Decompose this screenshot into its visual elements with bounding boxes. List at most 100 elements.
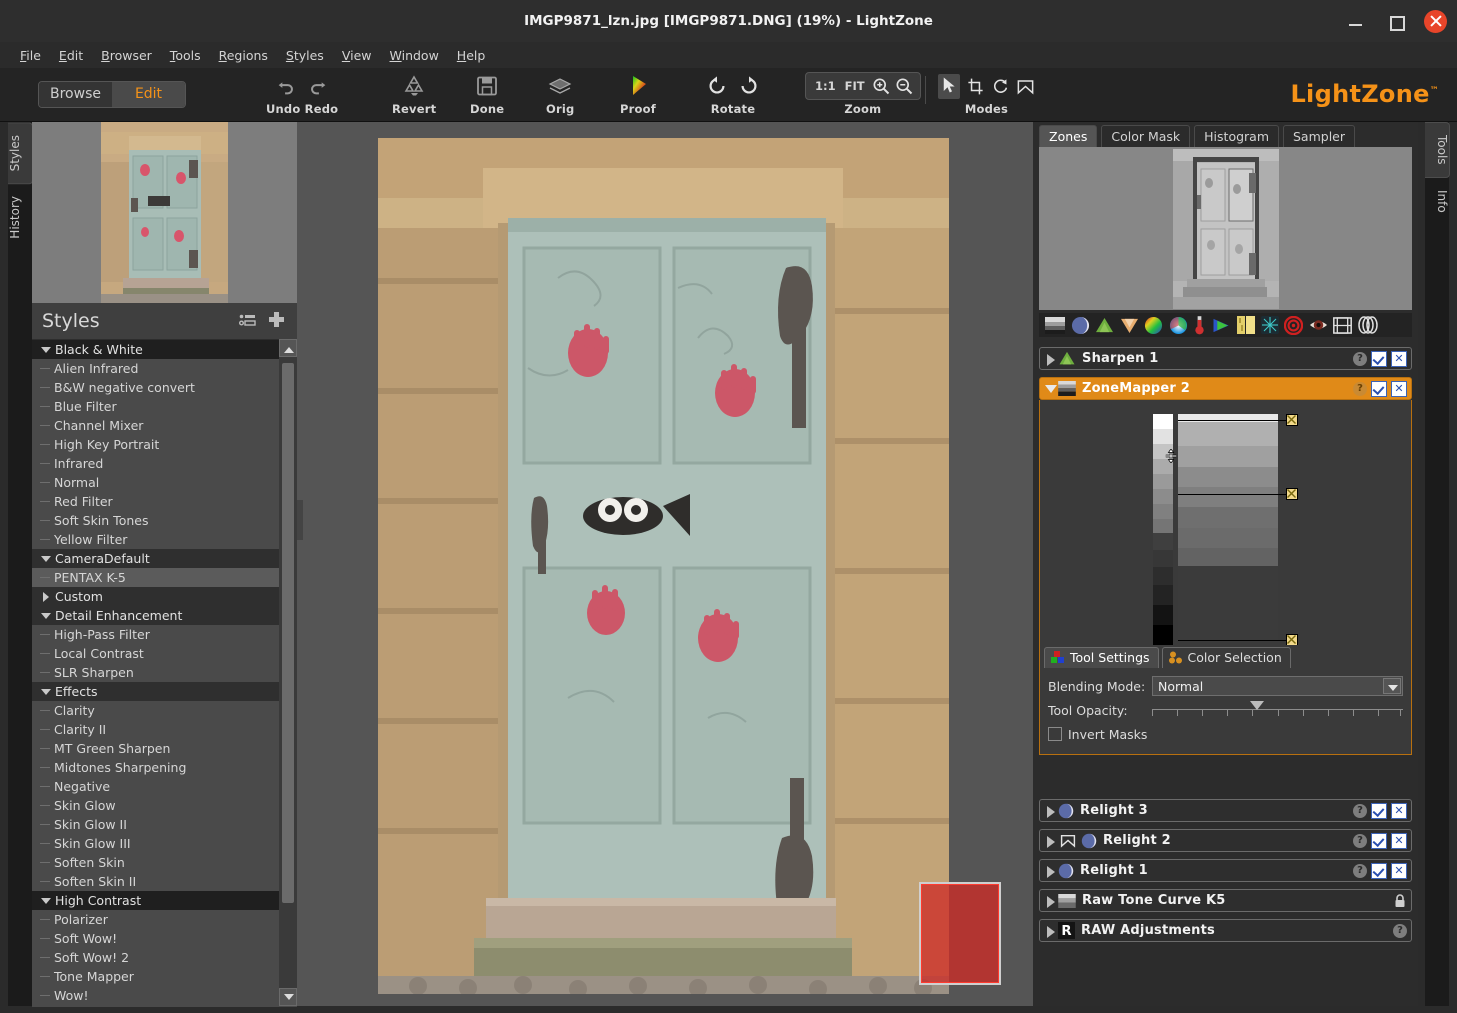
collapse-triangle-icon[interactable]	[40, 610, 52, 622]
rotate-left-icon[interactable]	[706, 75, 728, 97]
styles-item-row[interactable]: Clarity II	[32, 720, 279, 739]
opacity-slider-knob[interactable]	[1250, 701, 1265, 710]
styles-item-row[interactable]: Channel Mixer	[32, 416, 279, 435]
zonemapper-widget[interactable]: Luminosity RGB	[1040, 400, 1411, 667]
zone-control-point-1[interactable]	[1286, 414, 1298, 426]
rotate-mode-icon[interactable]	[991, 77, 1010, 96]
tool-relight-2[interactable]: Relight 2 ? ✕	[1039, 829, 1412, 852]
styles-item-row[interactable]: Skin Glow III	[32, 834, 279, 853]
help-icon[interactable]: ?	[1353, 381, 1367, 396]
menu-edit[interactable]: Edit	[51, 45, 91, 66]
expand-triangle-icon[interactable]	[40, 591, 52, 603]
help-icon[interactable]: ?	[1353, 863, 1367, 878]
styles-item-row[interactable]: Skin Glow II	[32, 815, 279, 834]
target-icon[interactable]	[1284, 315, 1303, 335]
region-selection-rectangle[interactable]	[919, 882, 1001, 985]
tab-zones[interactable]: Zones	[1039, 125, 1098, 148]
panel-splitter-left[interactable]	[297, 500, 303, 540]
undo-icon[interactable]	[275, 75, 297, 97]
styles-item-row[interactable]: Yellow Filter	[32, 530, 279, 549]
delete-icon[interactable]: ✕	[1391, 862, 1407, 879]
zone-bars[interactable]	[1178, 414, 1278, 568]
expand-triangle-icon[interactable]	[1044, 804, 1058, 818]
tool-sharpen-1[interactable]: Sharpen 1 ? ✕	[1039, 347, 1412, 370]
zoom-fit-button[interactable]: FIT	[842, 79, 868, 93]
menu-help[interactable]: Help	[449, 45, 494, 66]
hue-saturation-icon[interactable]	[1144, 316, 1163, 335]
menu-window[interactable]: Window	[382, 45, 447, 66]
revert-icon[interactable]	[402, 74, 426, 98]
styles-item-row[interactable]: High Key Portrait	[32, 435, 279, 454]
styles-item-row[interactable]: Polarizer	[32, 910, 279, 929]
delete-icon[interactable]: ✕	[1391, 802, 1407, 819]
styles-group-row[interactable]: Black & White	[32, 340, 279, 359]
styles-list[interactable]: Black & White Alien Infrared B&W negative …	[32, 339, 297, 1007]
crop-mode-icon[interactable]	[966, 77, 985, 96]
sidebar-tab-info[interactable]: Info	[1425, 178, 1449, 225]
styles-item-row[interactable]: Negative	[32, 777, 279, 796]
list-view-icon[interactable]	[239, 313, 256, 330]
menu-styles[interactable]: Styles	[278, 45, 332, 66]
styles-group-row[interactable]: CameraDefault	[32, 549, 279, 568]
tool-header-raw-tone-curve[interactable]: Raw Tone Curve K5	[1039, 889, 1412, 912]
styles-group-row[interactable]: High Contrast	[32, 891, 279, 910]
styles-item-row[interactable]: PENTAX K-5	[32, 568, 279, 587]
styles-item-row[interactable]: Local Contrast	[32, 644, 279, 663]
styles-scrollbar[interactable]	[279, 339, 297, 1006]
tool-header-raw-adjustments[interactable]: R RAW Adjustments ?	[1039, 919, 1412, 942]
expand-triangle-icon[interactable]	[1044, 864, 1058, 878]
blur-icon[interactable]	[1120, 317, 1139, 334]
zones-preview[interactable]	[1039, 147, 1412, 310]
styles-group-row[interactable]: Detail Enhancement	[32, 606, 279, 625]
styles-item-row[interactable]: Soft Wow!	[32, 929, 279, 948]
tool-zonemapper-2[interactable]: ZoneMapper 2 ? ✕ Tool Settings Color Sel…	[1039, 377, 1412, 755]
redo-icon[interactable]	[307, 75, 329, 97]
close-button[interactable]	[1424, 9, 1447, 33]
zoom-1-1-button[interactable]: 1:1	[812, 79, 839, 93]
tool-header-relight-1[interactable]: Relight 1 ? ✕	[1039, 859, 1412, 882]
edited-image[interactable]	[378, 138, 949, 994]
noise-reduction-icon[interactable]	[1357, 316, 1378, 334]
styles-item-row[interactable]: Normal	[32, 473, 279, 492]
tool-header-sharpen-1[interactable]: Sharpen 1 ? ✕	[1039, 347, 1412, 370]
region-mode-icon[interactable]	[1016, 77, 1035, 96]
zone-bar-shadow-block[interactable]	[1178, 566, 1278, 641]
expand-triangle-icon[interactable]	[1044, 894, 1058, 908]
styles-item-row[interactable]: SLR Sharpen	[32, 663, 279, 682]
delete-icon[interactable]: ✕	[1391, 380, 1407, 397]
expand-triangle-icon[interactable]	[1044, 352, 1058, 366]
zoom-in-icon[interactable]	[871, 76, 891, 96]
scroll-up-button[interactable]	[279, 339, 297, 357]
help-icon[interactable]: ?	[1353, 803, 1367, 818]
tab-color-selection[interactable]: Color Selection	[1161, 647, 1291, 668]
collapse-triangle-icon[interactable]	[40, 553, 52, 565]
enable-checkbox[interactable]	[1371, 862, 1387, 879]
rotate-right-icon[interactable]	[738, 75, 760, 97]
menu-file[interactable]: File	[12, 45, 49, 66]
blending-mode-select[interactable]: Normal	[1152, 676, 1403, 696]
collapse-triangle-icon[interactable]	[1044, 382, 1058, 396]
pointer-mode-button[interactable]	[938, 73, 960, 99]
edit-mode-button[interactable]: Edit	[112, 82, 185, 107]
tab-tool-settings[interactable]: Tool Settings	[1044, 647, 1159, 668]
preview-thumbnail[interactable]	[32, 122, 297, 303]
styles-item-row[interactable]: Infrared	[32, 454, 279, 473]
help-icon[interactable]: ?	[1353, 351, 1367, 366]
styles-item-row[interactable]: Wow!	[32, 986, 279, 1005]
collapse-triangle-icon[interactable]	[40, 686, 52, 698]
scroll-down-button[interactable]	[279, 988, 297, 1006]
tool-header-zonemapper-2[interactable]: ZoneMapper 2 ? ✕	[1039, 377, 1412, 400]
relight-icon[interactable]	[1071, 316, 1090, 335]
collapse-triangle-icon[interactable]	[40, 344, 52, 356]
crop-icon[interactable]	[1333, 316, 1352, 334]
help-icon[interactable]: ?	[1393, 923, 1407, 938]
enable-checkbox[interactable]	[1371, 380, 1387, 397]
tool-raw-tone-curve[interactable]: Raw Tone Curve K5	[1039, 889, 1412, 912]
spot-icon[interactable]	[1260, 316, 1279, 334]
enable-checkbox[interactable]	[1371, 350, 1387, 367]
menu-view[interactable]: View	[334, 45, 380, 66]
styles-item-row[interactable]: High-Pass Filter	[32, 625, 279, 644]
styles-item-row[interactable]: Midtones Sharpening	[32, 758, 279, 777]
color-balance-icon[interactable]	[1169, 316, 1188, 335]
menu-tools[interactable]: Tools	[162, 45, 209, 66]
